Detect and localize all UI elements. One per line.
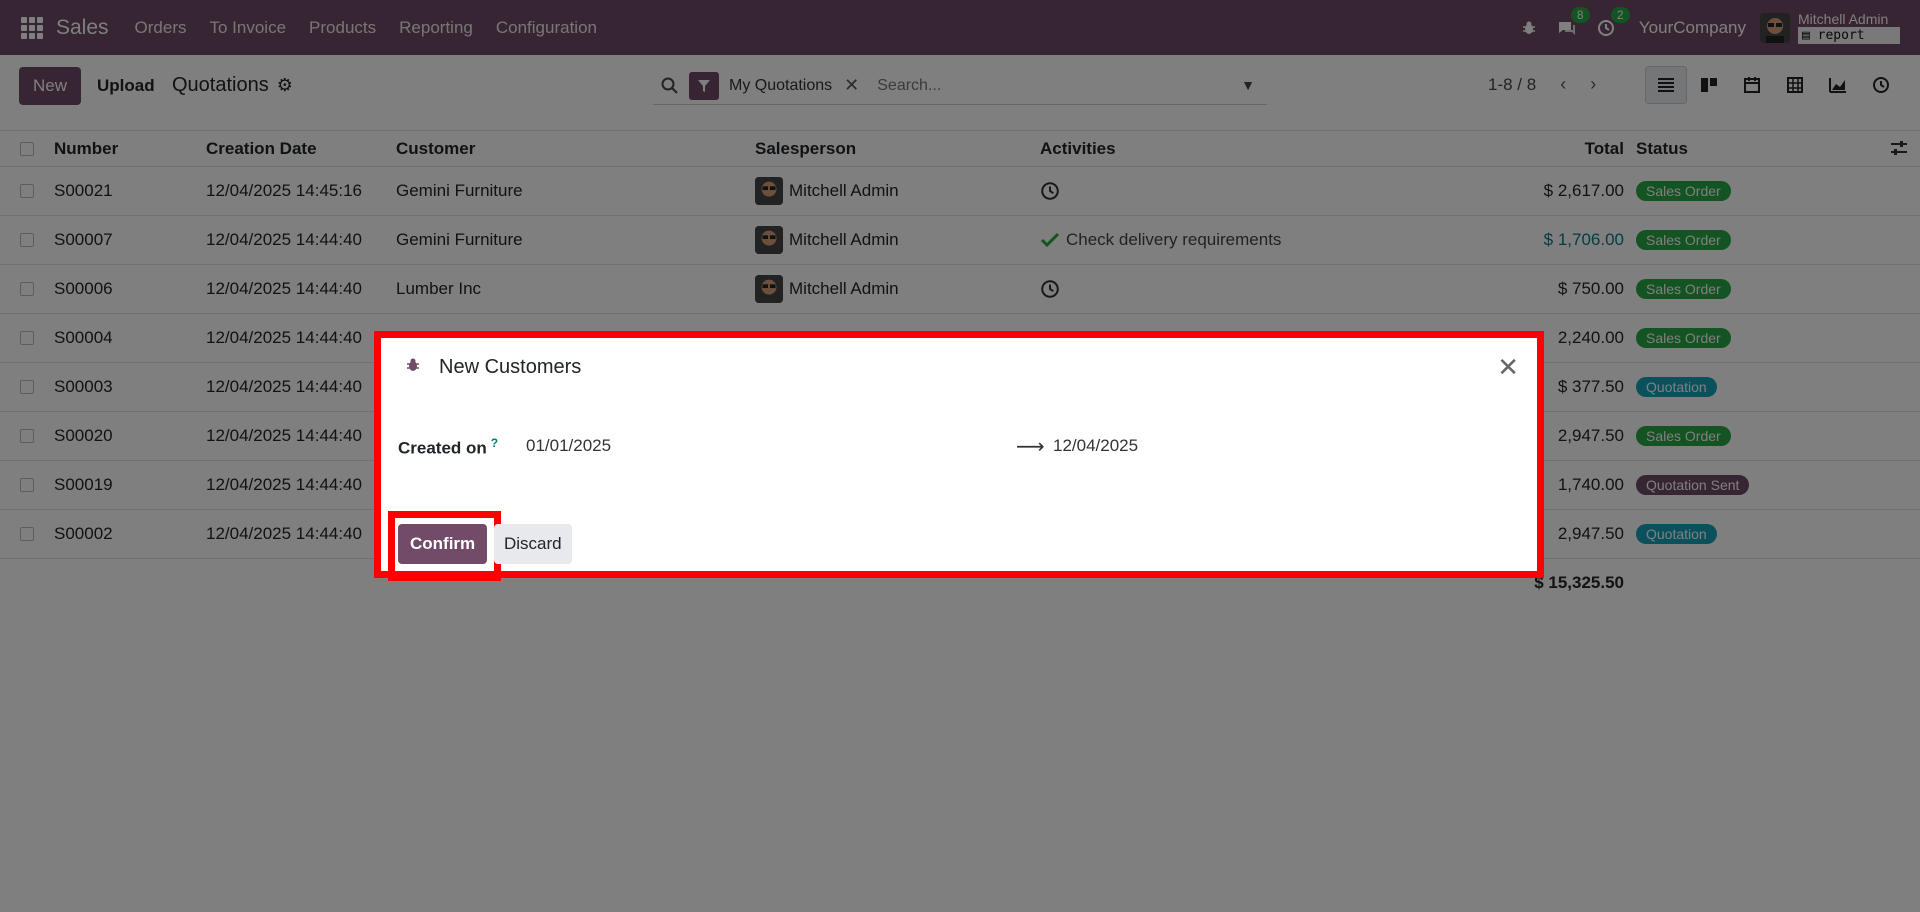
dialog-header: New Customers bbox=[405, 356, 581, 379]
date-to-field[interactable]: 12/04/2025 bbox=[1053, 436, 1138, 456]
created-on-label: Created on? bbox=[398, 436, 499, 458]
bug-icon bbox=[405, 356, 421, 379]
confirm-button[interactable]: Confirm bbox=[398, 524, 488, 564]
new-customers-dialog: New Customers ✕ Created on? 01/01/2025 ⟶… bbox=[374, 331, 1544, 581]
dialog-title: New Customers bbox=[439, 356, 582, 378]
arrow-right-icon: ⟶ bbox=[1016, 436, 1045, 458]
discard-button[interactable]: Discard bbox=[494, 524, 572, 564]
date-from-field[interactable]: 01/01/2025 bbox=[526, 436, 611, 456]
close-icon[interactable]: ✕ bbox=[1497, 354, 1519, 380]
help-tooltip-icon[interactable]: ? bbox=[491, 436, 498, 450]
